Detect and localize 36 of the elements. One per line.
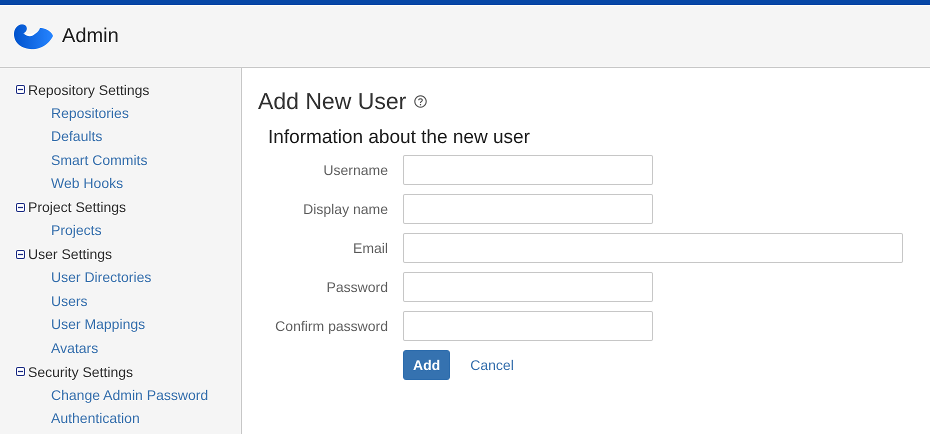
field-label: Password — [326, 279, 389, 295]
input-field[interactable] — [403, 311, 653, 341]
sidebar-link[interactable]: Defaults — [16, 125, 102, 148]
field-label: Username — [322, 162, 389, 178]
help-icon[interactable] — [414, 95, 428, 108]
page-title: Add New User — [258, 88, 406, 115]
sidebar-link[interactable]: Avatars — [16, 336, 98, 360]
collapse-icon[interactable] — [16, 367, 25, 376]
sidebar-link[interactable]: Projects — [16, 219, 102, 242]
input-field[interactable] — [403, 272, 653, 302]
sidebar-link[interactable]: Change Admin Password — [16, 384, 208, 407]
group-heading: Security Settings — [28, 364, 134, 380]
collapse-icon[interactable] — [16, 202, 25, 212]
sidebar-link[interactable]: Repositories — [16, 102, 129, 125]
add-button[interactable]: Add — [403, 350, 450, 380]
field-label: Email — [352, 240, 389, 256]
cancel-link[interactable]: Cancel — [470, 357, 514, 373]
sidebar-link[interactable]: Authentication — [16, 407, 140, 430]
sidebar-link[interactable]: User Mappings — [16, 313, 146, 336]
input-field[interactable] — [403, 233, 903, 263]
sidebar-link[interactable]: Smart Commits — [16, 148, 148, 172]
sidebar-link[interactable]: User Directories — [16, 266, 152, 290]
input-field[interactable] — [403, 194, 653, 224]
collapse-icon[interactable] — [16, 250, 25, 259]
input-field[interactable] — [403, 155, 653, 185]
sidebar-link[interactable]: Users — [16, 290, 88, 313]
logo-icon — [12, 22, 54, 50]
group-heading: Project Settings — [28, 199, 126, 216]
collapse-icon[interactable] — [16, 85, 25, 94]
field-label: Display name — [302, 201, 389, 217]
app-title: Admin — [62, 24, 119, 48]
group-heading: User Settings — [28, 246, 112, 262]
field-label: Confirm password — [274, 318, 389, 334]
sidebar-link[interactable]: Web Hooks — [16, 172, 124, 196]
section-heading: Information about the new user — [268, 127, 530, 149]
group-heading: Repository Settings — [28, 82, 150, 98]
